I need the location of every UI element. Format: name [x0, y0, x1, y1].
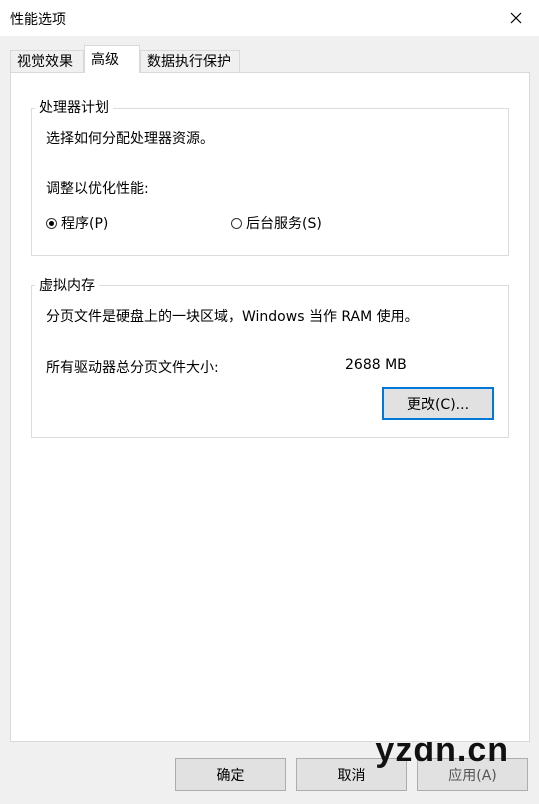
- radio-background-services[interactable]: 后台服务(S): [231, 213, 322, 233]
- adjust-label: 调整以优化性能:: [46, 181, 149, 197]
- ok-button[interactable]: 确定: [175, 758, 286, 791]
- tab-label: 高级: [91, 52, 119, 68]
- tab-visual-effects[interactable]: 视觉效果: [10, 50, 84, 72]
- virtual-memory-legend: 虚拟内存: [35, 275, 99, 295]
- close-button[interactable]: [493, 0, 539, 36]
- title-bar: 性能选项: [0, 0, 539, 36]
- button-label: 确定: [216, 767, 245, 784]
- tab-dep[interactable]: 数据执行保护: [140, 50, 240, 72]
- processor-legend: 处理器计划: [35, 97, 113, 117]
- radio-programs[interactable]: 程序(P): [46, 213, 108, 233]
- processor-description: 选择如何分配处理器资源。: [46, 131, 214, 147]
- tab-label: 数据执行保护: [147, 54, 231, 70]
- radio-label: 程序(P): [61, 216, 109, 232]
- paging-total-value: 2688 MB: [345, 357, 407, 373]
- button-label: 更改(C)...: [406, 396, 470, 413]
- radio-unselected-icon: [231, 217, 242, 229]
- window-title: 性能选项: [10, 12, 66, 28]
- button-label: 取消: [337, 767, 366, 784]
- paging-total-label: 所有驱动器总分页文件大小:: [46, 360, 219, 376]
- tab-panel-advanced: 处理器计划 选择如何分配处理器资源。 调整以优化性能: 程序(P) 后台服务(S…: [10, 72, 530, 742]
- change-button[interactable]: 更改(C)...: [382, 387, 494, 420]
- tab-advanced[interactable]: 高级: [84, 45, 140, 73]
- tab-label: 视觉效果: [17, 54, 73, 70]
- close-icon: [510, 12, 522, 24]
- virtual-memory-description: 分页文件是硬盘上的一块区域，Windows 当作 RAM 使用。: [46, 309, 419, 325]
- radio-label: 后台服务(S): [246, 216, 322, 232]
- radio-selected-icon: [46, 217, 57, 229]
